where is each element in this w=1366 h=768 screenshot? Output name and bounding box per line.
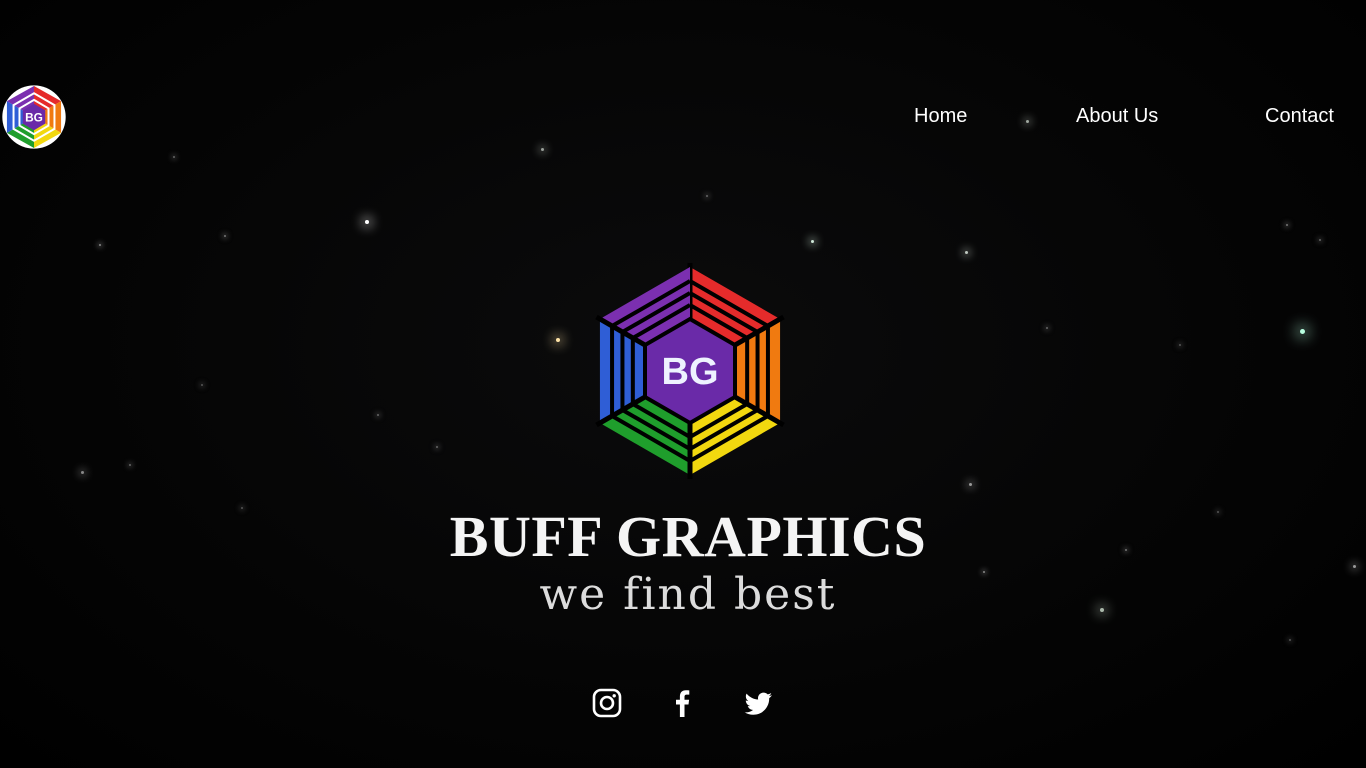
star — [377, 414, 379, 416]
star — [1289, 639, 1291, 641]
star — [201, 384, 203, 386]
star — [1179, 344, 1181, 346]
star — [1100, 608, 1104, 612]
nav-about-link[interactable]: About Us — [1076, 104, 1158, 128]
facebook-icon[interactable] — [665, 686, 699, 720]
twitter-icon[interactable] — [741, 686, 775, 720]
star — [1286, 224, 1288, 226]
star — [1217, 511, 1219, 513]
star — [1125, 549, 1127, 551]
star — [80, 470, 84, 474]
nav-home-link[interactable]: Home — [914, 104, 967, 128]
star — [241, 507, 243, 509]
brand-tagline: we find best — [539, 569, 837, 620]
star — [1046, 327, 1048, 329]
star — [1299, 328, 1305, 334]
star — [99, 244, 101, 246]
brand-name: BUFF GRAPHICS — [449, 504, 927, 569]
star — [556, 338, 560, 342]
star — [1352, 564, 1356, 568]
main-nav: Home About Us Contact — [0, 104, 1366, 130]
instagram-icon[interactable] — [590, 686, 624, 720]
star — [365, 220, 369, 224]
nav-contact-link[interactable]: Contact — [1265, 104, 1334, 128]
star — [964, 250, 968, 254]
star — [810, 239, 814, 243]
star — [224, 235, 226, 237]
star — [129, 464, 131, 466]
star — [540, 147, 544, 151]
hero-logo: BG — [595, 263, 785, 479]
star — [706, 195, 708, 197]
star — [173, 156, 175, 158]
hero-logo-initials: BG — [662, 351, 719, 393]
star — [968, 482, 972, 486]
star — [1319, 239, 1321, 241]
star — [436, 446, 438, 448]
